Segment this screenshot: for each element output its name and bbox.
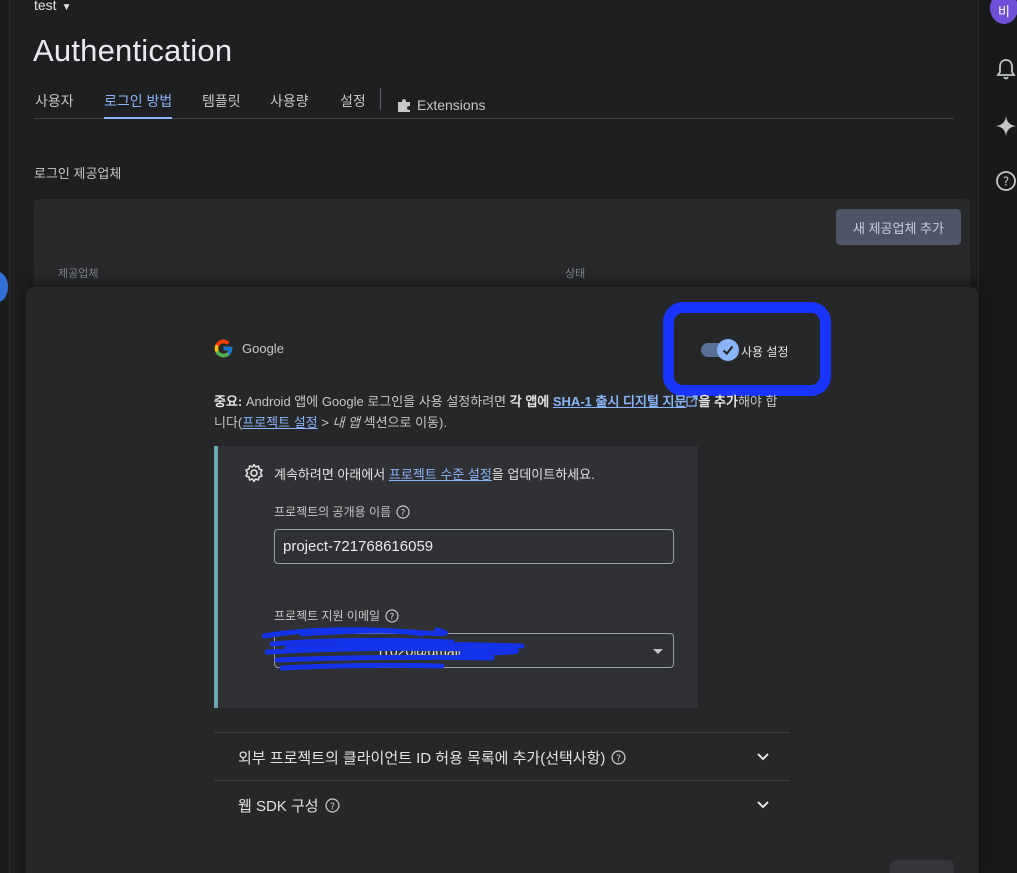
notice-bold: 각 앱에	[509, 394, 550, 409]
column-header-provider: 제공업체	[58, 268, 99, 280]
project-switcher[interactable]: test ▼	[34, 0, 71, 13]
project-settings-link[interactable]: 프로젝트 설정	[242, 415, 317, 430]
notice-text-4: 섹션으로 이동).	[360, 415, 447, 430]
sha-fingerprint-link[interactable]: SHA-1 출시 디지털 지문	[553, 394, 687, 409]
help-icon[interactable]: ?	[611, 750, 626, 765]
add-provider-button[interactable]: 새 제공업체 추가	[836, 209, 961, 245]
notice-text: Android 앱에 Google 로그인을 사용 설정하려면	[242, 394, 510, 409]
tab-settings[interactable]: 설정	[340, 91, 366, 119]
gemini-sparkle-icon[interactable]	[993, 113, 1017, 139]
svg-text:?: ?	[1003, 175, 1009, 189]
public-name-label-text: 프로젝트의 공개용 이름	[274, 505, 392, 519]
chevron-down-icon[interactable]	[756, 797, 770, 811]
gear-icon	[245, 463, 263, 483]
tab-divider	[380, 88, 381, 110]
providers-table	[34, 199, 970, 299]
notice-bold-add: 을 추가	[698, 394, 738, 409]
config-suffix: 을 업데이트하세요.	[491, 466, 595, 482]
tab-extensions-label: Extensions	[417, 97, 486, 113]
project-level-settings-link[interactable]: 프로젝트 수준 설정	[389, 467, 492, 482]
google-logo-icon	[214, 339, 233, 358]
notice-text-3: >	[317, 415, 333, 430]
external-link-icon	[686, 395, 699, 407]
public-name-label: 프로젝트의 공개용 이름 ?	[274, 503, 410, 520]
sha-notice: 중요: Android 앱에 Google 로그인을 사용 설정하려면 각 앱에…	[214, 391, 784, 433]
provider-header: Google	[213, 338, 284, 359]
providers-section-label: 로그인 제공업체	[34, 166, 122, 181]
page-title: Authentication	[33, 33, 233, 68]
tab-usage[interactable]: 사용량	[270, 91, 309, 119]
help-icon[interactable]: ?	[325, 798, 340, 813]
support-email-label-text: 프로젝트 지원 이메일	[274, 609, 381, 623]
expander-title: 웹 SDK 구성	[238, 798, 319, 815]
client-id-allowlist-expander[interactable]: 외부 프로젝트의 클라이언트 ID 허용 목록에 추가(선택사항) ?	[214, 732, 790, 780]
chevron-down-icon: ▼	[61, 2, 72, 13]
tab-extensions[interactable]: Extensions	[396, 91, 485, 119]
provider-name: Google	[242, 341, 284, 356]
help-icon[interactable]: ?	[385, 608, 399, 623]
chevron-down-icon[interactable]	[756, 749, 770, 763]
tab-templates[interactable]: 템플릿	[202, 91, 241, 119]
project-name: test	[34, 0, 57, 13]
extensions-puzzle-icon	[398, 99, 410, 112]
left-nav-strip	[0, 0, 10, 873]
save-button[interactable]	[890, 860, 954, 873]
help-icon[interactable]: ?	[396, 504, 410, 519]
tab-sign-in-method[interactable]: 로그인 방법	[104, 91, 173, 119]
svg-text:?: ?	[330, 801, 335, 812]
config-header: 계속하려면 아래에서 프로젝트 수준 설정을 업데이트하세요.	[244, 463, 595, 483]
svg-text:?: ?	[390, 612, 395, 622]
expander-title: 외부 프로젝트의 클라이언트 ID 허용 목록에 추가(선택사항)	[238, 750, 606, 767]
public-name-input[interactable]: project-721768616059	[274, 529, 674, 564]
notice-italic: 내 앱	[332, 415, 360, 430]
notifications-bell-icon[interactable]	[993, 56, 1017, 82]
config-prefix: 계속하려면 아래에서	[274, 466, 389, 482]
svg-text:?: ?	[616, 753, 621, 764]
column-header-status: 상태	[565, 268, 586, 280]
web-sdk-config-expander[interactable]: 웹 SDK 구성 ?	[214, 780, 790, 828]
tab-bar: 사용자 로그인 방법 템플릿 사용량 설정 Extensions	[34, 88, 954, 119]
redaction-scribble	[262, 627, 525, 671]
dropdown-arrow-icon	[653, 649, 663, 654]
tab-users[interactable]: 사용자	[35, 91, 74, 119]
notice-bold-prefix: 중요:	[214, 394, 243, 409]
svg-text:?: ?	[401, 508, 406, 518]
help-icon[interactable]: ?	[993, 168, 1017, 194]
support-email-label: 프로젝트 지원 이메일 ?	[274, 607, 399, 624]
highlight-annotation	[663, 302, 831, 396]
